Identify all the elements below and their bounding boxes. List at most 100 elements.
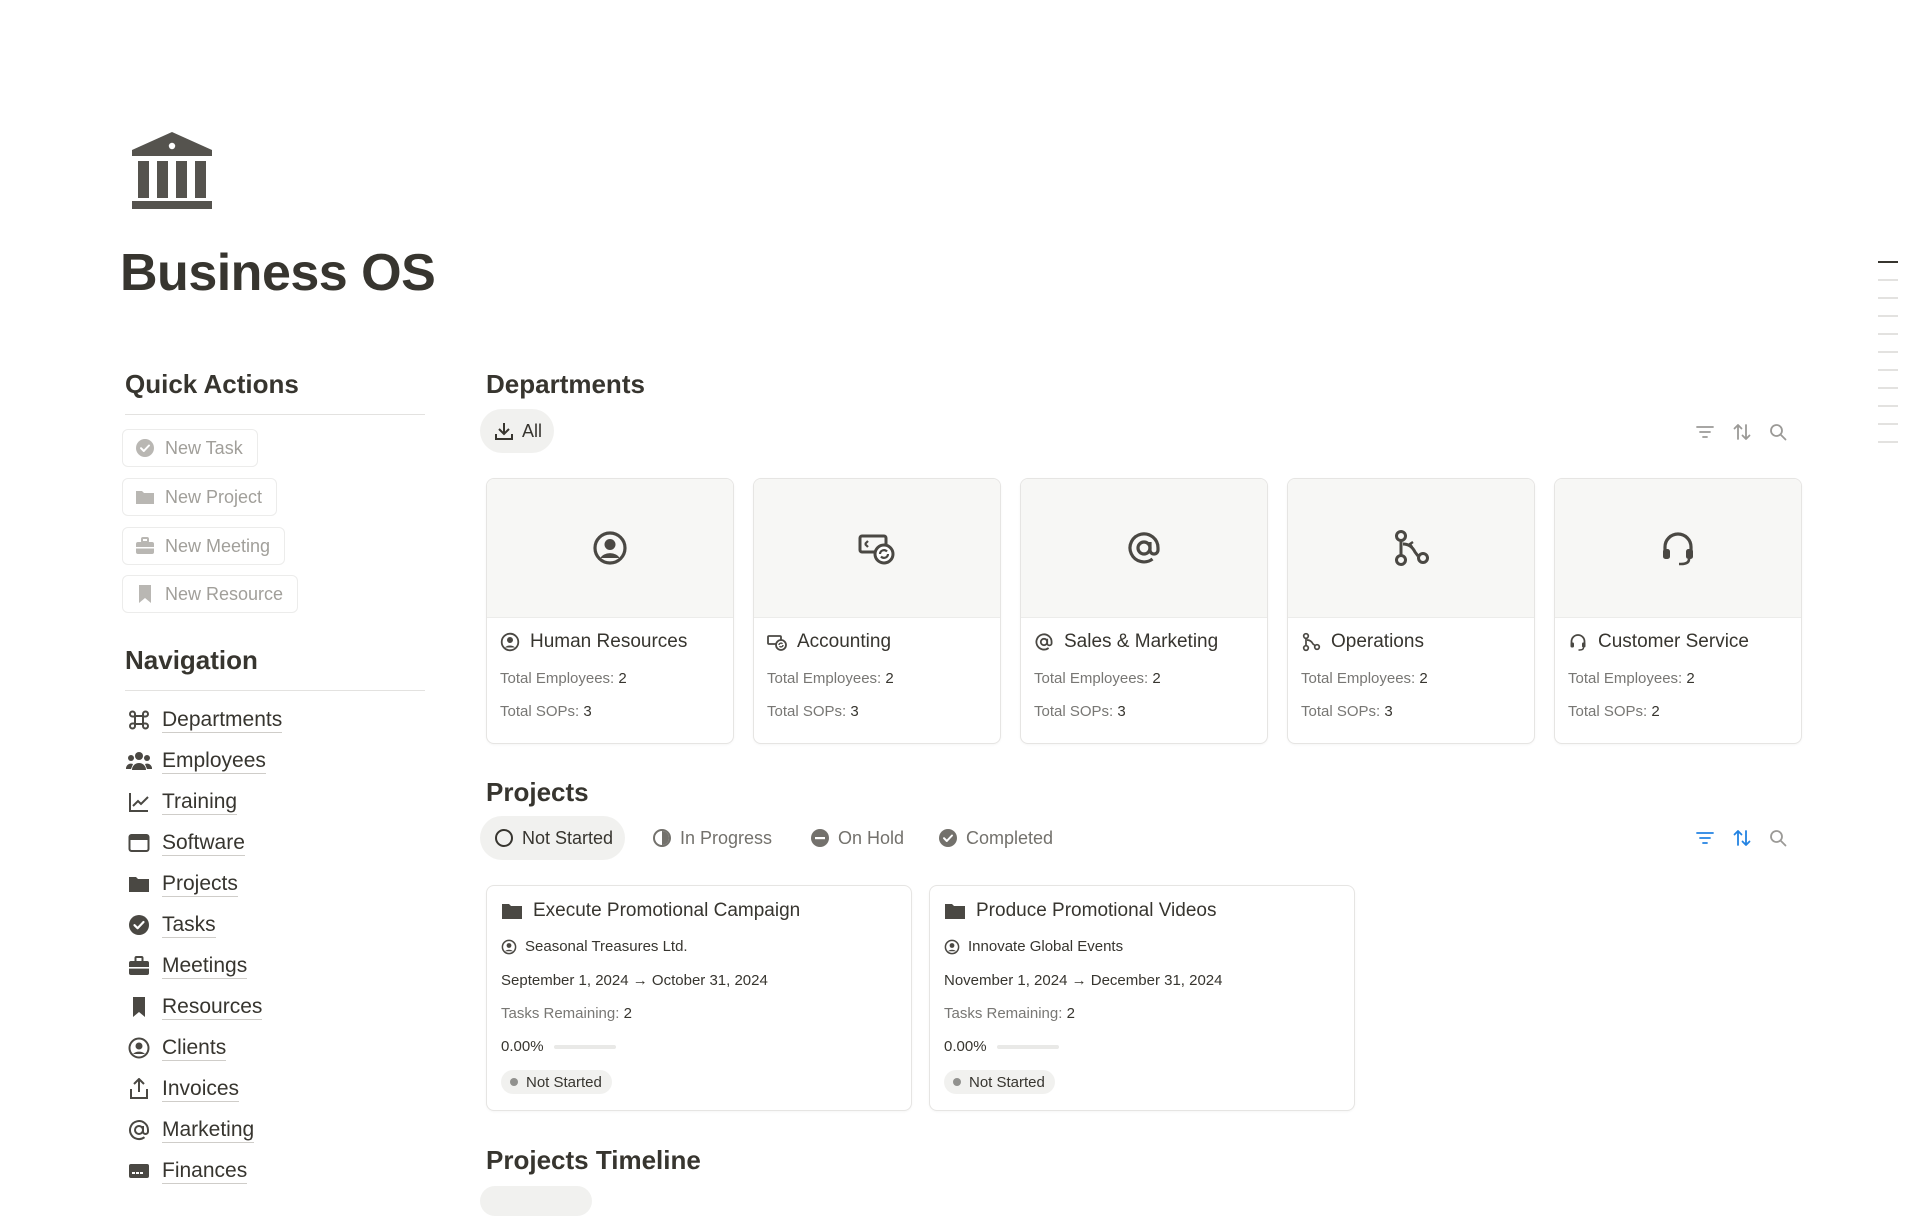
tab-in-progress[interactable]: In Progress bbox=[638, 816, 784, 860]
department-cover bbox=[1288, 479, 1534, 618]
outline-marker-active[interactable] bbox=[1878, 261, 1898, 263]
timeline-tab-partial[interactable] bbox=[480, 1186, 592, 1216]
project-name: Execute Promotional Campaign bbox=[533, 900, 801, 921]
tab-not-started-label: Not Started bbox=[522, 827, 614, 848]
nav-label-employees: Employees bbox=[162, 748, 266, 774]
outline-marker[interactable] bbox=[1878, 297, 1898, 299]
nav-item-marketing[interactable]: Marketing bbox=[126, 1115, 255, 1145]
outline-marker[interactable] bbox=[1878, 369, 1898, 371]
outline-marker[interactable] bbox=[1878, 333, 1898, 335]
outline-marker[interactable] bbox=[1878, 405, 1898, 407]
department-cover bbox=[487, 479, 733, 618]
department-sops: Total SOPs: 2 bbox=[1568, 703, 1660, 720]
department-card-customer-service[interactable]: Customer Service Total Employees: 2 Tota… bbox=[1554, 478, 1802, 744]
project-card-execute-promotional-campaign[interactable]: Execute Promotional Campaign Seasonal Tr… bbox=[486, 885, 912, 1111]
folder-icon bbox=[126, 871, 152, 897]
search-icon[interactable] bbox=[1767, 827, 1789, 849]
new-project-label: New Project bbox=[165, 486, 263, 507]
tab-completed[interactable]: Completed bbox=[924, 816, 1065, 860]
sort-icon[interactable] bbox=[1731, 827, 1753, 849]
nav-label-projects: Projects bbox=[162, 871, 238, 897]
tab-on-hold[interactable]: On Hold bbox=[796, 816, 916, 860]
new-task-button[interactable]: New Task bbox=[122, 429, 258, 467]
nav-label-finances: Finances bbox=[162, 1158, 248, 1184]
new-meeting-button[interactable]: New Meeting bbox=[122, 527, 286, 565]
share-upload-icon bbox=[126, 1076, 152, 1102]
outline-marker[interactable] bbox=[1878, 423, 1898, 425]
sops-value: 3 bbox=[1117, 703, 1126, 720]
progress-label: 0.00% bbox=[944, 1038, 987, 1055]
nav-item-tasks[interactable]: Tasks bbox=[126, 910, 216, 940]
employees-value: 2 bbox=[618, 670, 627, 687]
filter-icon[interactable] bbox=[1694, 421, 1716, 443]
new-meeting-label: New Meeting bbox=[165, 535, 271, 556]
quick-actions-heading: Quick Actions bbox=[125, 369, 299, 399]
sops-value: 3 bbox=[1384, 703, 1393, 720]
department-card-operations[interactable]: Operations Total Employees: 2 Total SOPs… bbox=[1287, 478, 1535, 744]
at-sign-icon bbox=[1128, 532, 1160, 564]
tab-not-started[interactable]: Not Started bbox=[480, 816, 626, 860]
money-exchange-icon bbox=[858, 534, 895, 565]
project-title: Produce Promotional Videos bbox=[944, 900, 1216, 922]
navigation-divider bbox=[125, 690, 425, 691]
department-name: Human Resources bbox=[530, 631, 688, 652]
user-circle-icon bbox=[944, 939, 960, 954]
department-sops: Total SOPs: 3 bbox=[767, 703, 859, 720]
nav-label-clients: Clients bbox=[162, 1035, 227, 1061]
project-dates: September 1, 2024 → October 31, 2024 bbox=[501, 972, 768, 989]
sort-icon[interactable] bbox=[1731, 421, 1753, 443]
nav-item-employees[interactable]: Employees bbox=[126, 746, 266, 776]
project-progress: 0.00% bbox=[944, 1038, 1059, 1055]
department-title: Human Resources bbox=[500, 631, 687, 653]
bank-icon[interactable] bbox=[130, 130, 214, 210]
department-employees: Total Employees: 2 bbox=[500, 670, 627, 687]
tab-departments-all[interactable]: All bbox=[480, 409, 555, 453]
browser-window-icon bbox=[126, 830, 152, 856]
half-circle-icon bbox=[653, 829, 671, 847]
employees-value: 2 bbox=[885, 670, 894, 687]
nav-item-finances[interactable]: Finances bbox=[126, 1156, 248, 1186]
user-circle-icon bbox=[501, 939, 517, 954]
page-title: Business OS bbox=[120, 244, 436, 302]
sops-value: 3 bbox=[850, 703, 859, 720]
employees-label: Total Employees: bbox=[500, 670, 619, 687]
nav-item-invoices[interactable]: Invoices bbox=[126, 1074, 240, 1104]
search-icon[interactable] bbox=[1767, 421, 1789, 443]
nav-item-training[interactable]: Training bbox=[126, 787, 238, 817]
outline-marker[interactable] bbox=[1878, 441, 1898, 443]
filter-icon[interactable] bbox=[1694, 827, 1716, 849]
new-resource-button[interactable]: New Resource bbox=[122, 575, 299, 613]
new-project-button[interactable]: New Project bbox=[122, 478, 278, 516]
nav-label-departments: Departments bbox=[162, 707, 283, 733]
tab-on-hold-label: On Hold bbox=[838, 827, 905, 848]
nav-item-software[interactable]: Software bbox=[126, 828, 245, 858]
outline-marker[interactable] bbox=[1878, 387, 1898, 389]
outline-marker[interactable] bbox=[1878, 279, 1898, 281]
project-name: Produce Promotional Videos bbox=[976, 900, 1217, 921]
progress-bar bbox=[996, 1044, 1059, 1049]
nav-item-resources[interactable]: Resources bbox=[126, 992, 263, 1022]
at-sign-icon bbox=[1035, 633, 1053, 651]
department-card-human-resources[interactable]: Human Resources Total Employees: 2 Total… bbox=[486, 478, 734, 744]
sops-label: Total SOPs: bbox=[1034, 703, 1118, 720]
outline-marker[interactable] bbox=[1878, 315, 1898, 317]
status-dot bbox=[953, 1078, 961, 1086]
department-card-accounting[interactable]: Accounting Total Employees: 2 Total SOPs… bbox=[753, 478, 1001, 744]
nav-item-clients[interactable]: Clients bbox=[126, 1033, 227, 1063]
nav-item-projects[interactable]: Projects bbox=[126, 869, 238, 899]
outline-marker[interactable] bbox=[1878, 351, 1898, 353]
sops-label: Total SOPs: bbox=[1301, 703, 1385, 720]
project-tasks-remaining: Tasks Remaining: 2 bbox=[944, 1005, 1075, 1022]
nav-item-meetings[interactable]: Meetings bbox=[126, 951, 248, 981]
project-card-produce-promotional-videos[interactable]: Produce Promotional Videos Innovate Glob… bbox=[929, 885, 1355, 1111]
department-name: Customer Service bbox=[1598, 631, 1749, 652]
project-client-name: Seasonal Treasures Ltd. bbox=[525, 938, 688, 955]
nav-item-departments[interactable]: Departments bbox=[126, 705, 283, 735]
check-circle-icon bbox=[136, 439, 154, 457]
bookmark-icon bbox=[126, 994, 152, 1020]
department-card-sales-marketing[interactable]: Sales & Marketing Total Employees: 2 Tot… bbox=[1020, 478, 1268, 744]
project-dates: November 1, 2024 → December 31, 2024 bbox=[944, 972, 1223, 989]
project-client-name: Innovate Global Events bbox=[968, 938, 1124, 955]
department-sops: Total SOPs: 3 bbox=[500, 703, 592, 720]
briefcase-icon bbox=[126, 953, 152, 979]
